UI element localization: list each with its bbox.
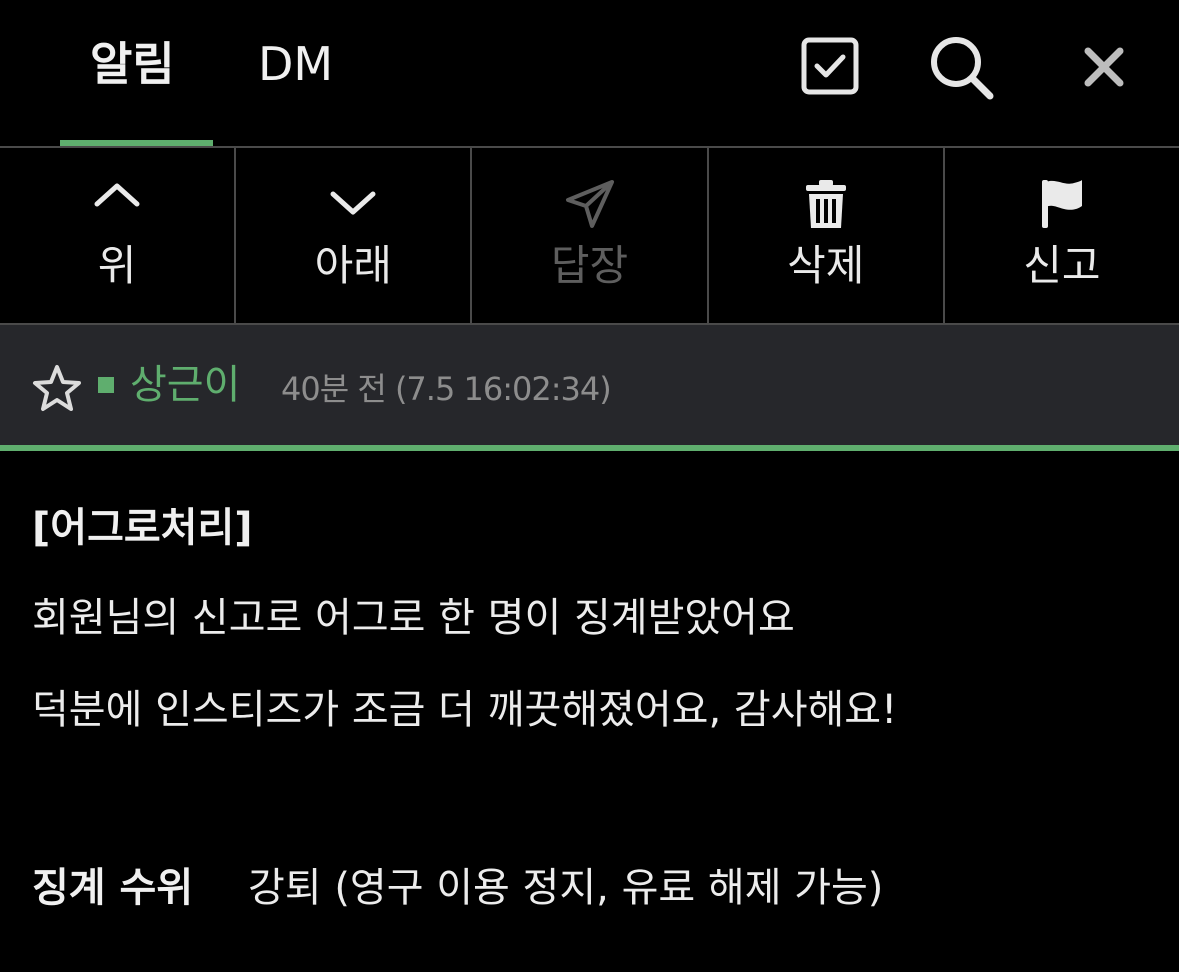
report-button[interactable]: 신고 — [945, 148, 1179, 323]
action-toolbar: 위 아래 답장 삭제 신고 — [0, 148, 1179, 323]
chevron-down-icon — [329, 178, 377, 222]
chevron-up-icon — [93, 178, 141, 214]
up-button[interactable]: 위 — [0, 148, 237, 323]
delete-label: 삭제 — [787, 241, 865, 290]
paper-plane-icon — [564, 178, 616, 234]
penalty-value: 강퇴 (영구 이용 정지, 유료 해제 가능) — [248, 865, 884, 911]
tab-dm[interactable]: DM — [258, 34, 333, 94]
reply-label: 답장 — [550, 241, 629, 290]
sender-name[interactable]: 상근이 — [130, 357, 240, 413]
up-label: 위 — [97, 241, 137, 290]
report-label: 신고 — [1023, 241, 1101, 290]
checkbox-icon[interactable] — [801, 37, 859, 99]
message-title: [어그로처리] — [32, 505, 253, 551]
down-label: 아래 — [314, 241, 392, 290]
top-bar: 알림 DM — [0, 0, 1179, 146]
message-line: 회원님의 신고로 어그로 한 명이 징계받았어요 — [32, 595, 795, 641]
penalty-label: 징계 수위 — [32, 865, 194, 911]
reply-button[interactable]: 답장 — [472, 148, 709, 323]
flag-icon — [1038, 178, 1086, 234]
close-icon[interactable] — [1084, 47, 1124, 91]
message-line: 덕분에 인스티즈가 조금 더 깨끗해졌어요, 감사해요! — [32, 687, 898, 733]
star-icon[interactable] — [32, 364, 82, 416]
online-status-icon — [98, 377, 114, 393]
accent-divider — [0, 445, 1179, 451]
tab-notifications[interactable]: 알림 — [90, 34, 175, 94]
delete-button[interactable]: 삭제 — [709, 148, 945, 323]
search-icon[interactable] — [928, 34, 996, 106]
trash-icon — [804, 178, 848, 234]
message-timestamp: 40분 전 (7.5 16:02:34) — [281, 370, 612, 408]
down-button[interactable]: 아래 — [236, 148, 473, 323]
